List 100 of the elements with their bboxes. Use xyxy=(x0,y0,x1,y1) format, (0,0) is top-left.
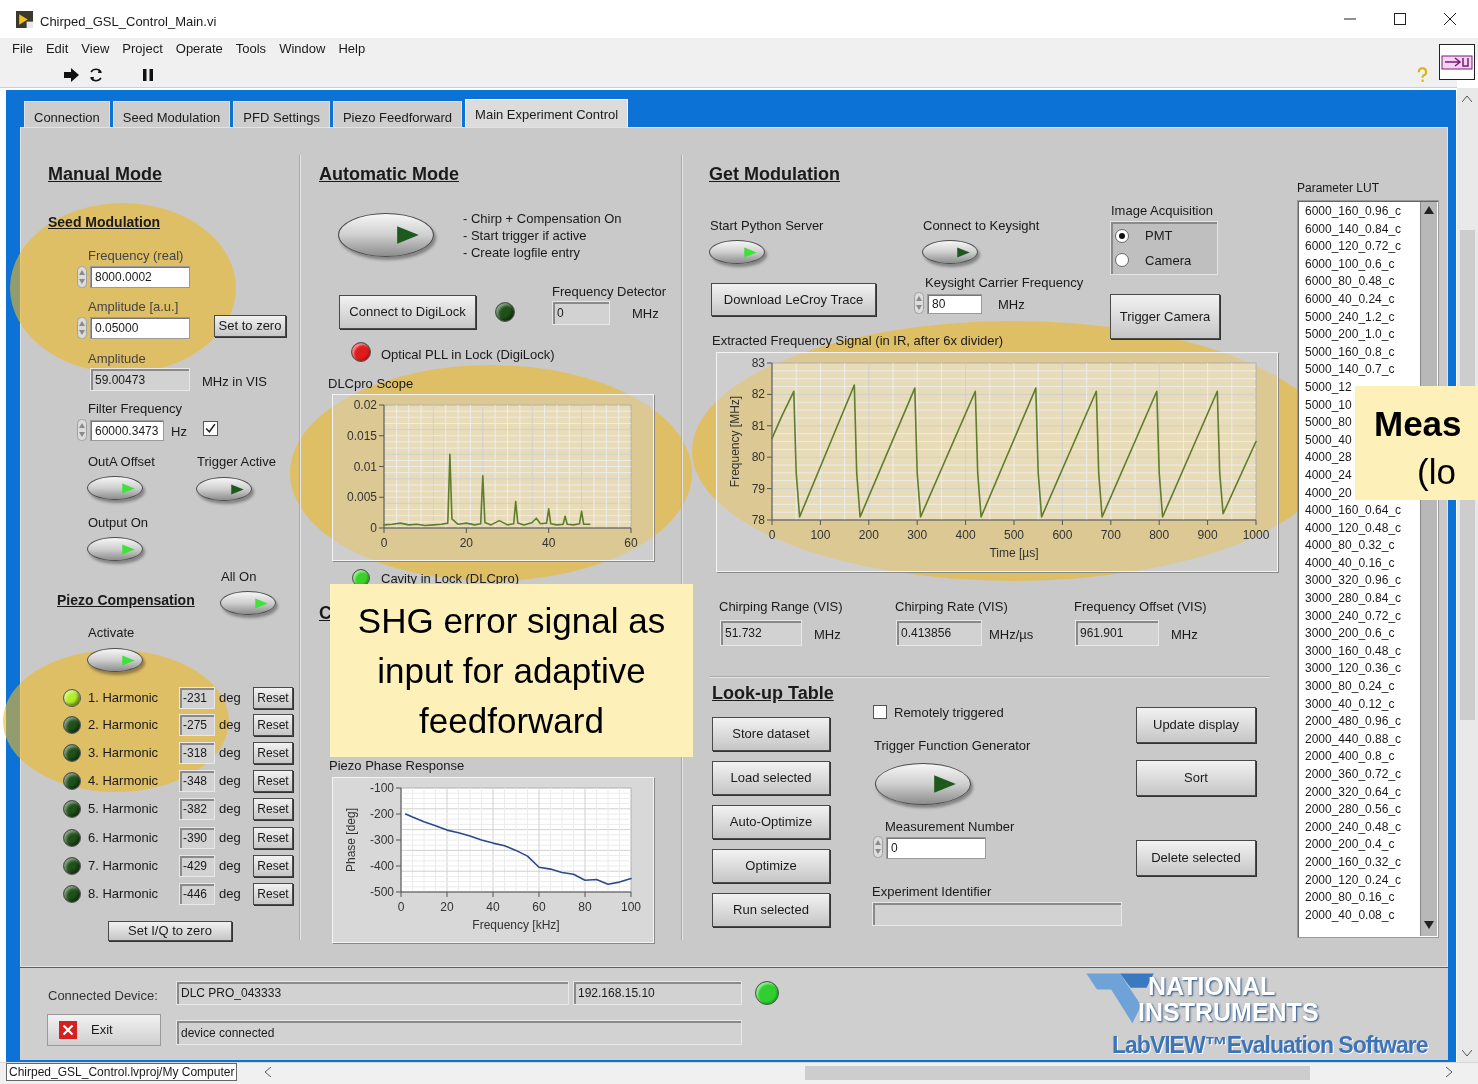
list-item[interactable]: 2000_280_0.56_c xyxy=(1305,801,1402,819)
radio-button[interactable] xyxy=(1115,253,1129,268)
list-item[interactable]: 5000_10 xyxy=(1305,396,1352,415)
scroll-left-icon[interactable] xyxy=(265,1067,271,1077)
list-item[interactable]: 2000_320_0.64_c xyxy=(1305,783,1402,802)
scroll-down-icon[interactable] xyxy=(1462,1050,1472,1056)
list-item[interactable]: 6000_80_0.48_c xyxy=(1305,273,1395,291)
list-item[interactable]: 5000_80 xyxy=(1305,414,1352,432)
list-item[interactable]: 3000_80_0.24_c xyxy=(1305,678,1395,696)
list-item[interactable]: 5000_200_1.0_c xyxy=(1305,326,1395,344)
spin-arrows[interactable] xyxy=(914,292,924,314)
list-item[interactable]: 6000_40_0.24_c xyxy=(1305,290,1395,309)
list-item[interactable]: 2000_240_0.48_c xyxy=(1305,818,1402,837)
tab[interactable]: Main Experiment Control xyxy=(465,99,629,128)
list-item[interactable]: 2000_80_0.16_c xyxy=(1305,889,1395,907)
spin-arrows[interactable] xyxy=(77,419,87,441)
list-item[interactable]: 5000_140_0.7_c xyxy=(1305,361,1395,379)
trigger-camera-button[interactable]: Trigger Camera xyxy=(1110,294,1220,339)
reset-button[interactable]: Reset xyxy=(253,827,293,849)
list-item[interactable]: 3000_320_0.96_c xyxy=(1305,572,1402,591)
menu-item[interactable]: Window xyxy=(279,39,326,59)
list-item[interactable]: 6000_120_0.72_c xyxy=(1305,238,1402,256)
set-to-zero-button[interactable]: Set to zero xyxy=(214,315,286,337)
menu-item[interactable]: Help xyxy=(338,39,366,59)
list-item[interactable]: 2000_480_0.96_c xyxy=(1305,713,1402,731)
number-field[interactable]: 0.05000 xyxy=(90,317,190,339)
number-field[interactable]: 8000.0002 xyxy=(90,266,190,288)
list-item[interactable]: 2000_360_0.72_c xyxy=(1305,766,1402,784)
list-item[interactable]: 5000_12 xyxy=(1305,378,1352,397)
menu-item[interactable]: Project xyxy=(122,39,163,59)
list-item[interactable]: 5000_160_0.8_c xyxy=(1305,343,1395,362)
list-item[interactable]: 4000_20 xyxy=(1305,484,1352,503)
reset-button[interactable]: Reset xyxy=(253,742,293,764)
radio-button[interactable] xyxy=(1115,228,1129,243)
table-button[interactable]: Optimize xyxy=(712,849,830,883)
checkbox[interactable] xyxy=(873,705,887,719)
spin-arrows[interactable] xyxy=(873,836,883,858)
reset-button[interactable]: Reset xyxy=(253,798,293,820)
list-item[interactable]: 4000_160_0.64_c xyxy=(1305,502,1402,520)
table-button[interactable]: Load selected xyxy=(712,761,830,795)
reset-button[interactable]: Reset xyxy=(253,883,293,905)
delete-button[interactable]: Delete selected xyxy=(1136,840,1256,876)
list-item[interactable]: 5000_240_1.2_c xyxy=(1305,308,1395,327)
list-item[interactable]: 2000_160_0.32_c xyxy=(1305,853,1402,872)
list-item[interactable]: 2000_120_0.24_c xyxy=(1305,871,1402,890)
menu-item[interactable]: Tools xyxy=(235,39,267,59)
spin-arrows[interactable] xyxy=(77,266,87,288)
list-item[interactable]: 6000_160_0.96_c xyxy=(1305,203,1402,221)
tab[interactable]: Piezo Feedforward xyxy=(332,101,463,128)
menu-item[interactable]: File xyxy=(12,39,33,59)
scroll-up-icon[interactable] xyxy=(1462,96,1472,102)
number-field[interactable]: 0 xyxy=(886,837,986,859)
list-item[interactable]: 3000_160_0.48_c xyxy=(1305,642,1402,661)
sort-button[interactable]: Sort xyxy=(1136,760,1256,796)
run-continuously-icon[interactable] xyxy=(88,67,104,83)
tab[interactable]: PFD Settings xyxy=(233,101,330,128)
run-icon[interactable] xyxy=(64,68,80,82)
scroll-up-icon[interactable] xyxy=(1424,206,1434,214)
menu-item[interactable]: Edit xyxy=(45,39,69,59)
close-icon[interactable] xyxy=(1444,13,1456,25)
spin-arrows[interactable] xyxy=(77,317,87,339)
list-item[interactable]: 4000_28 xyxy=(1305,449,1352,467)
exit-button[interactable]: Exit xyxy=(47,1014,161,1046)
number-field[interactable]: 80 xyxy=(927,294,982,314)
list-item[interactable]: 4000_120_0.48_c xyxy=(1305,519,1402,538)
list-item[interactable]: 3000_240_0.72_c xyxy=(1305,607,1402,626)
number-field[interactable]: 60000.3473 xyxy=(90,420,164,441)
download-button[interactable]: Download LeCroy Trace xyxy=(711,283,876,316)
list-item[interactable]: 3000_280_0.84_c xyxy=(1305,590,1402,608)
list-item[interactable]: 2000_400_0.8_c xyxy=(1305,748,1395,766)
table-button[interactable]: Run selected xyxy=(712,893,830,927)
list-item[interactable]: 5000_40 xyxy=(1305,431,1352,450)
menu-item[interactable]: Operate xyxy=(175,39,223,59)
tab[interactable]: Connection xyxy=(24,101,110,128)
table-button[interactable]: Auto-Optimize xyxy=(712,805,830,839)
reset-button[interactable]: Reset xyxy=(253,855,293,877)
list-item[interactable]: 3000_40_0.12_c xyxy=(1305,695,1395,714)
list-item[interactable]: 2000_200_0.4_c xyxy=(1305,836,1395,854)
menu-item[interactable]: View xyxy=(81,39,110,59)
table-button[interactable]: Store dataset xyxy=(712,717,830,751)
checkbox[interactable] xyxy=(203,421,218,436)
reset-button[interactable]: Reset xyxy=(253,714,293,736)
list-item[interactable]: 6000_140_0.84_c xyxy=(1305,220,1402,239)
scroll-right-icon[interactable] xyxy=(1446,1067,1452,1077)
set-iq-button[interactable]: Set I/Q to zero xyxy=(108,921,232,941)
list-item[interactable]: 2000_440_0.88_c xyxy=(1305,730,1402,749)
scroll-thumb[interactable] xyxy=(805,1066,1310,1080)
maximize-icon[interactable] xyxy=(1394,13,1406,25)
list-item[interactable]: 4000_40_0.16_c xyxy=(1305,554,1395,573)
reset-button[interactable]: Reset xyxy=(253,770,293,792)
reset-button[interactable]: Reset xyxy=(253,687,293,709)
list-item[interactable]: 4000_80_0.32_c xyxy=(1305,537,1395,555)
pause-icon[interactable] xyxy=(143,69,153,81)
connect-button[interactable]: Connect to DigiLock xyxy=(339,295,476,329)
list-item[interactable]: 4000_24 xyxy=(1305,466,1352,485)
tab[interactable]: Seed Modulation xyxy=(112,101,231,128)
connector-pane-icon[interactable] xyxy=(1439,44,1475,80)
list-item[interactable]: 2000_40_0.08_c xyxy=(1305,906,1395,925)
list-item[interactable]: 3000_120_0.36_c xyxy=(1305,660,1402,679)
list-item[interactable]: 3000_200_0.6_c xyxy=(1305,625,1395,643)
